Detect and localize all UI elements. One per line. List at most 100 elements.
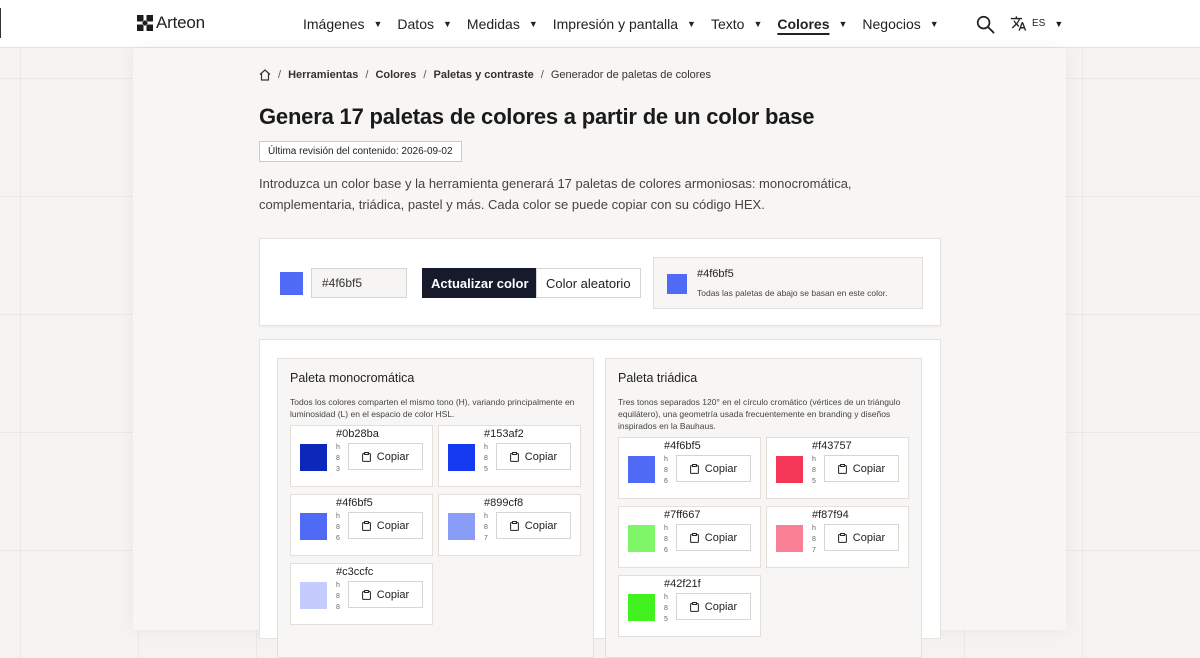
nav-item-datos[interactable]: Datos ▼ (397, 16, 452, 32)
nav-label: Colores (777, 16, 830, 32)
copy-label: Copiar (852, 462, 886, 475)
copy-button[interactable]: Copiar (676, 593, 751, 620)
color-swatch (628, 525, 655, 552)
caret-down-icon: ▼ (753, 19, 763, 29)
copy-label: Copiar (704, 531, 738, 544)
page-title: Genera 17 paletas de colores a partir de… (259, 104, 815, 129)
copy-label: Copiar (524, 450, 558, 463)
nav-label: Negocios (862, 16, 921, 32)
clipboard-icon (837, 532, 847, 543)
palette-description: Tres tonos separados 120° en el círculo … (618, 397, 901, 431)
clipboard-icon (361, 589, 371, 600)
copy-button[interactable]: Copiar (824, 524, 899, 551)
color-values-truncated: h 8 5 (484, 442, 488, 482)
color-value-line: 5 (812, 478, 816, 485)
color-values-truncated: h 8 5 (664, 592, 668, 632)
clipboard-icon (361, 520, 371, 531)
breadcrumb-separator: / (423, 69, 427, 81)
palette-monochromatic: Paleta monocromática Todos los colores c… (277, 358, 594, 658)
copy-button[interactable]: Copiar (824, 455, 899, 482)
palette-title: Paleta monocromática (290, 371, 415, 385)
nav-label: Texto (710, 16, 745, 32)
color-hex: #0b28ba (336, 428, 379, 440)
language-code: ES (1032, 18, 1046, 29)
nav-label: Imágenes (303, 16, 365, 32)
color-value-line: h (664, 525, 668, 532)
nav-item-texto[interactable]: Texto ▼ (711, 16, 762, 32)
color-hex: #153af2 (484, 428, 524, 440)
window-edge (0, 8, 1, 38)
color-tile: #c3ccfc h 8 8 Copiar (290, 563, 433, 625)
color-swatch (300, 513, 327, 540)
clipboard-icon (689, 463, 699, 474)
color-values-truncated: h 8 6 (664, 523, 668, 563)
color-tile: #f87f94 h 8 7 Copiar (766, 506, 909, 568)
search-icon[interactable] (976, 15, 995, 34)
brand-name: Arteon (156, 13, 205, 32)
caret-down-icon: ▼ (528, 19, 538, 29)
copy-label: Copiar (376, 588, 410, 601)
copy-button[interactable]: Copiar (496, 443, 571, 470)
color-hex: #42f21f (664, 578, 701, 590)
color-picker-swatch[interactable] (280, 272, 303, 295)
main-nav: Imágenes ▼ Datos ▼ Medidas ▼ Impresión y pa… (303, 0, 954, 48)
copy-label: Copiar (376, 519, 410, 532)
revision-badge: Última revisión del contenido: 2026-09-0… (259, 141, 462, 162)
color-value-line: 5 (484, 466, 488, 473)
color-control-card: Actualizar color Color aleatorio #4f6bf5… (259, 238, 941, 326)
intro-text: Introduzca un color base y la herramient… (259, 176, 852, 212)
copy-button[interactable]: Copiar (348, 581, 423, 608)
random-color-button[interactable]: Color aleatorio (536, 268, 641, 298)
current-color-note: Todas las paletas de abajo se basan en e… (697, 288, 888, 298)
copy-button[interactable]: Copiar (348, 512, 423, 539)
color-swatch (448, 444, 475, 471)
color-hex: #7ff667 (664, 509, 701, 521)
copy-button[interactable]: Copiar (496, 512, 571, 539)
clipboard-icon (509, 520, 519, 531)
breadcrumb-separator: / (278, 69, 282, 81)
palette-description: Todos los colores comparten el mismo ton… (290, 397, 575, 419)
color-values-truncated: h 8 5 (812, 454, 816, 494)
color-value-line: 8 (336, 604, 340, 611)
nav-item-medidas[interactable]: Medidas ▼ (467, 16, 538, 32)
copy-button[interactable]: Copiar (676, 524, 751, 551)
color-value-line: 7 (484, 535, 488, 542)
color-value-line: 3 (336, 466, 340, 473)
color-values-truncated: h 8 7 (812, 523, 816, 563)
breadcrumb-herramientas[interactable]: Herramientas (288, 69, 358, 81)
language-selector[interactable]: ES ▼ (1010, 15, 1063, 32)
color-value-line: 8 (812, 467, 816, 474)
nav-item-negocios[interactable]: Negocios ▼ (862, 16, 938, 32)
copy-button[interactable]: Copiar (348, 443, 423, 470)
copy-label: Copiar (524, 519, 558, 532)
color-swatch (628, 594, 655, 621)
color-value-line: 8 (484, 524, 488, 531)
update-color-button[interactable]: Actualizar color (422, 268, 538, 298)
color-value-line: h (336, 444, 340, 451)
home-icon[interactable] (259, 69, 271, 81)
breadcrumb-colores[interactable]: Colores (375, 69, 416, 81)
copy-button[interactable]: Copiar (676, 455, 751, 482)
color-tile: #4f6bf5 h 8 6 Copiar (618, 437, 761, 499)
logo-icon (137, 15, 153, 31)
nav-item-colores[interactable]: Colores ▼ (777, 16, 847, 32)
color-value-line: 8 (336, 593, 340, 600)
color-swatch (300, 444, 327, 471)
copy-label: Copiar (704, 600, 738, 613)
color-tile: #f43757 h 8 5 Copiar (766, 437, 909, 499)
breadcrumb: / Herramientas / Colores / Paletas y con… (259, 69, 711, 81)
color-values-truncated: h 8 6 (336, 511, 340, 551)
brand-logo[interactable]: Arteon (137, 13, 205, 33)
current-color-hex: #4f6bf5 (697, 268, 734, 280)
nav-item-imagenes[interactable]: Imágenes ▼ (303, 16, 382, 32)
breadcrumb-separator: / (540, 69, 544, 81)
color-swatch (448, 513, 475, 540)
breadcrumb-paletas[interactable]: Paletas y contraste (433, 69, 533, 81)
color-value-line: 8 (812, 536, 816, 543)
color-value-line: h (664, 594, 668, 601)
site-header: Arteon Imágenes ▼ Datos ▼ Medidas ▼ Impresi… (0, 0, 1200, 48)
color-value-line: 6 (664, 478, 668, 485)
hex-color-input[interactable] (311, 268, 407, 298)
nav-item-impresion[interactable]: Impresión y pantalla ▼ (553, 16, 696, 32)
color-hex: #899cf8 (484, 497, 524, 509)
